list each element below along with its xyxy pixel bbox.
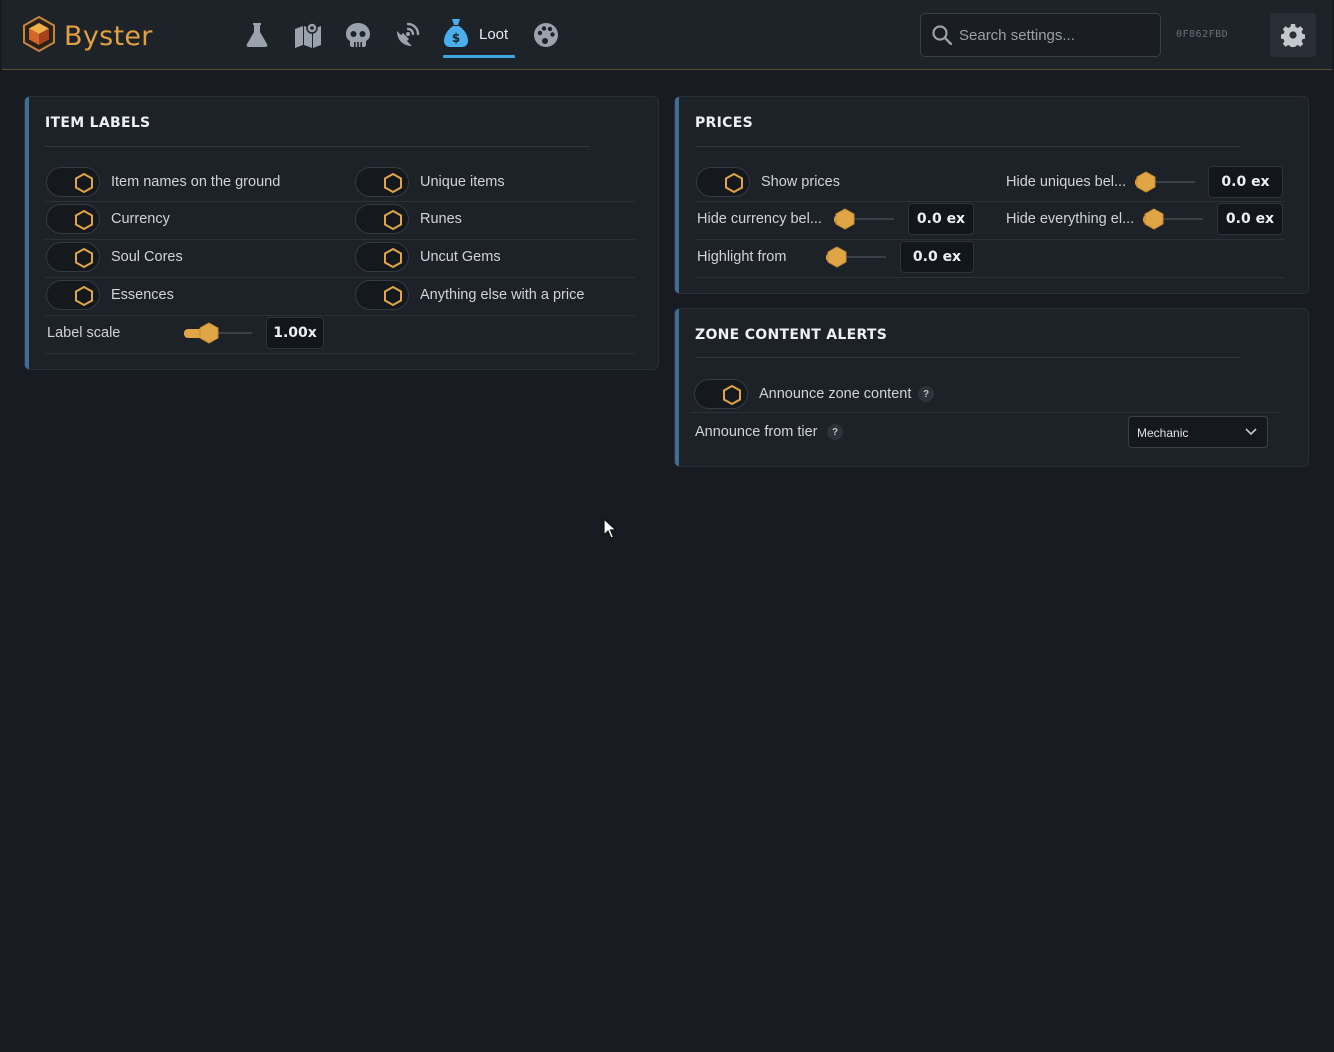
hexagon-knob-icon	[725, 172, 743, 194]
nav-tab-satellite[interactable]	[391, 18, 425, 52]
nav-tab-palette[interactable]	[529, 18, 563, 52]
skull-icon	[346, 23, 370, 47]
announce-tier-label: Announce from tier	[695, 424, 818, 440]
slider-thumb-icon[interactable]	[826, 246, 848, 268]
tab-loot[interactable]: $ Loot	[443, 18, 515, 58]
hide-uniques-value[interactable]: 0.0 ex	[1208, 166, 1283, 198]
hexagon-knob-icon	[75, 209, 93, 231]
uncut-gems-label: Uncut Gems	[420, 249, 501, 265]
highlight-from-label: Highlight from	[697, 249, 787, 265]
mouse-cursor-icon	[603, 518, 617, 539]
nav-tab-map[interactable]	[291, 18, 325, 52]
hexagon-knob-icon	[75, 247, 93, 269]
item-names-label: Item names on the ground	[111, 174, 281, 190]
money-bag-icon: $	[443, 18, 469, 53]
announce-tier-select[interactable]: Mechanic	[1128, 416, 1268, 448]
hexagon-knob-icon	[384, 209, 402, 231]
row-divider	[695, 239, 1285, 240]
label-scale-slider[interactable]	[184, 322, 252, 344]
search-icon	[932, 25, 952, 45]
label-scale-value[interactable]: 1.00x	[266, 317, 324, 349]
row-divider	[45, 239, 635, 240]
svg-text:$: $	[452, 31, 460, 45]
slider-thumb-icon[interactable]	[198, 322, 220, 344]
announce-zone-help-icon[interactable]: ?	[918, 386, 934, 402]
row-divider	[45, 315, 635, 316]
essences-label: Essences	[111, 287, 174, 303]
currency-label: Currency	[111, 211, 170, 227]
item-labels-title: ITEM LABELS	[45, 115, 151, 131]
byster-logo-icon	[22, 15, 56, 57]
hexagon-knob-icon	[384, 172, 402, 194]
toggle-show-prices[interactable]	[696, 167, 750, 197]
runes-label: Runes	[420, 211, 462, 227]
toggle-unique-items[interactable]	[355, 167, 409, 197]
active-tab-indicator	[443, 55, 515, 58]
toggle-uncut-gems[interactable]	[355, 242, 409, 272]
toggle-item-names[interactable]	[46, 167, 100, 197]
app-name: Byster	[64, 21, 153, 52]
highlight-from-value[interactable]: 0.0 ex	[900, 241, 974, 273]
row-divider	[45, 277, 635, 278]
row-divider	[695, 277, 1285, 278]
divider	[695, 357, 1240, 358]
announce-zone-label: Announce zone content	[759, 386, 912, 402]
slider-thumb-icon[interactable]	[1143, 208, 1165, 230]
hide-currency-slider[interactable]	[834, 208, 894, 230]
show-prices-label: Show prices	[761, 174, 840, 190]
search-box[interactable]	[920, 13, 1161, 57]
top-bar: Byster $ Loot Search settings... 0F862FB…	[2, 0, 1332, 70]
chevron-down-icon	[1245, 428, 1257, 436]
search-input[interactable]	[959, 22, 1155, 48]
announce-tier-help-icon[interactable]: ?	[827, 424, 843, 440]
hide-everything-label: Hide everything el...	[1006, 211, 1135, 227]
hide-everything-slider[interactable]	[1143, 208, 1203, 230]
hexagon-knob-icon	[384, 247, 402, 269]
hexagon-knob-icon	[75, 285, 93, 307]
settings-button[interactable]	[1270, 13, 1316, 57]
flask-icon	[246, 23, 268, 47]
hexagon-knob-icon	[75, 172, 93, 194]
soul-cores-label: Soul Cores	[111, 249, 183, 265]
divider	[695, 146, 1240, 147]
toggle-soul-cores[interactable]	[46, 242, 100, 272]
toggle-currency[interactable]	[46, 204, 100, 234]
session-id: 0F862FBD	[1176, 29, 1229, 40]
hide-uniques-label: Hide uniques bel...	[1006, 174, 1127, 190]
satellite-dish-icon	[397, 22, 420, 46]
zone-alerts-title: ZONE CONTENT ALERTS	[695, 327, 888, 343]
unique-items-label: Unique items	[420, 174, 505, 190]
hexagon-knob-icon	[384, 285, 402, 307]
row-divider	[45, 353, 635, 354]
hexagon-knob-icon	[723, 384, 741, 406]
toggle-announce-zone[interactable]	[694, 379, 748, 409]
row-divider	[45, 201, 635, 202]
slider-thumb-icon[interactable]	[1135, 171, 1157, 193]
gear-icon	[1281, 24, 1305, 47]
map-icon	[295, 22, 321, 48]
row-divider	[695, 201, 1285, 202]
label-scale-label: Label scale	[47, 325, 121, 341]
highlight-from-slider[interactable]	[826, 246, 886, 268]
toggle-runes[interactable]	[355, 204, 409, 234]
slider-thumb-icon[interactable]	[834, 208, 856, 230]
prices-title: PRICES	[695, 115, 753, 131]
announce-tier-value: Mechanic	[1137, 426, 1189, 440]
hide-uniques-slider[interactable]	[1135, 171, 1195, 193]
toggle-essences[interactable]	[46, 280, 100, 310]
anything-else-label: Anything else with a price	[420, 287, 585, 303]
row-divider	[690, 412, 1280, 413]
hide-currency-value[interactable]: 0.0 ex	[908, 203, 974, 235]
hide-currency-label: Hide currency bel...	[697, 211, 822, 227]
tab-loot-label: Loot	[479, 26, 509, 43]
nav-tab-skull[interactable]	[341, 18, 375, 52]
divider	[45, 146, 590, 147]
hide-everything-value[interactable]: 0.0 ex	[1217, 203, 1283, 235]
toggle-anything-else[interactable]	[355, 280, 409, 310]
brand: Byster	[22, 15, 153, 57]
palette-icon	[534, 23, 558, 47]
nav-tab-flask[interactable]	[240, 18, 274, 52]
